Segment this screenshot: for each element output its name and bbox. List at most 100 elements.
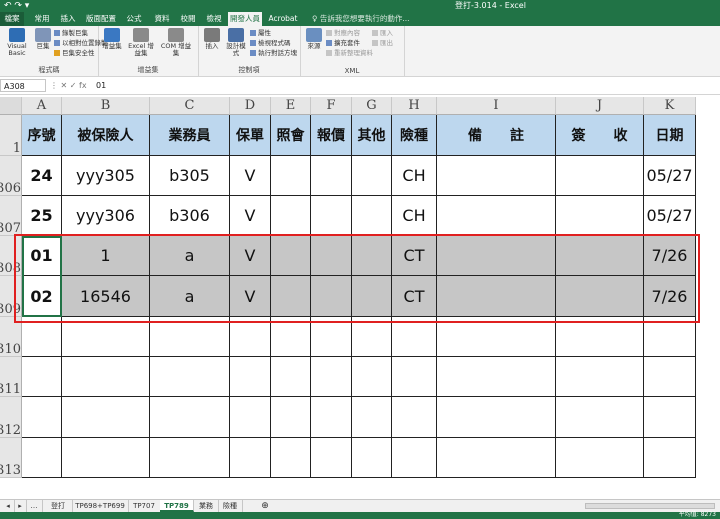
column-header-c[interactable]: C [150, 97, 230, 115]
table-cell[interactable] [556, 276, 644, 317]
table-cell[interactable] [556, 397, 644, 438]
table-cell[interactable] [556, 196, 644, 236]
row-header[interactable]: 310 [0, 317, 22, 357]
tab-developer[interactable]: 開發人員 [228, 12, 262, 26]
table-cell[interactable]: 24 [22, 156, 62, 196]
formula-input[interactable]: 01 [96, 79, 106, 92]
column-header-g[interactable]: G [352, 97, 392, 115]
column-header-b[interactable]: B [62, 97, 150, 115]
fx-icon[interactable]: ⋮ ✕ ✓ fx [50, 79, 87, 92]
header-cell[interactable]: 被保險人 [62, 115, 150, 156]
table-cell[interactable] [150, 438, 230, 478]
sheet-tab-4[interactable]: 業務 [194, 500, 219, 512]
visual-basic-button[interactable]: Visual Basic [2, 28, 32, 57]
table-cell[interactable] [271, 276, 311, 317]
table-cell[interactable]: V [230, 236, 271, 276]
table-cell[interactable] [230, 397, 271, 438]
table-cell[interactable] [311, 236, 352, 276]
import-button[interactable]: 匯入 [372, 29, 393, 37]
column-header-k[interactable]: K [644, 97, 696, 115]
column-header-f[interactable]: F [311, 97, 352, 115]
table-cell[interactable] [271, 196, 311, 236]
table-cell[interactable]: 1 [62, 236, 150, 276]
table-cell[interactable] [150, 317, 230, 357]
export-button[interactable]: 匯出 [372, 39, 393, 47]
table-cell[interactable]: CT [392, 236, 437, 276]
table-cell[interactable]: 7/26 [644, 276, 696, 317]
column-header-d[interactable]: D [230, 97, 271, 115]
select-all-corner[interactable] [0, 97, 22, 115]
table-cell[interactable] [556, 236, 644, 276]
table-cell[interactable] [352, 357, 392, 397]
table-cell[interactable] [62, 357, 150, 397]
table-cell[interactable] [311, 156, 352, 196]
table-cell[interactable]: 05/27 [644, 196, 696, 236]
table-cell[interactable] [644, 397, 696, 438]
horizontal-scrollbar[interactable] [585, 503, 715, 509]
table-cell[interactable] [437, 196, 556, 236]
header-cell[interactable]: 報價 [311, 115, 352, 156]
table-cell[interactable] [271, 236, 311, 276]
table-cell[interactable]: V [230, 156, 271, 196]
table-cell[interactable] [22, 357, 62, 397]
table-cell[interactable]: 7/26 [644, 236, 696, 276]
table-cell[interactable]: 05/27 [644, 156, 696, 196]
table-cell[interactable]: CH [392, 156, 437, 196]
row-header[interactable]: 312 [0, 397, 22, 438]
table-cell[interactable]: 01 [22, 236, 62, 276]
table-cell[interactable]: yyy305 [62, 156, 150, 196]
table-cell[interactable]: CH [392, 196, 437, 236]
header-cell[interactable]: 序號 [22, 115, 62, 156]
more-sheets-icon[interactable]: … [26, 500, 43, 512]
table-cell[interactable]: a [150, 236, 230, 276]
header-cell[interactable]: 其他 [352, 115, 392, 156]
sheet-tab-2[interactable]: TP707 [128, 500, 161, 512]
table-cell[interactable]: 16546 [62, 276, 150, 317]
tab-review[interactable]: 校閱 [176, 12, 200, 26]
table-cell[interactable] [556, 317, 644, 357]
tab-page-layout[interactable]: 版面配置 [84, 12, 118, 26]
table-cell[interactable]: a [150, 276, 230, 317]
row-header[interactable]: 307 [0, 196, 22, 236]
sheet-tab-3[interactable]: TP789 [160, 500, 194, 512]
table-cell[interactable] [437, 357, 556, 397]
header-cell[interactable]: 業務員 [150, 115, 230, 156]
table-cell[interactable] [437, 276, 556, 317]
table-cell[interactable] [311, 357, 352, 397]
sheet-tab-1[interactable]: TP698+TP699 [72, 500, 129, 512]
table-cell[interactable] [352, 156, 392, 196]
table-cell[interactable] [62, 438, 150, 478]
table-cell[interactable] [22, 397, 62, 438]
table-cell[interactable] [271, 438, 311, 478]
table-cell[interactable] [644, 317, 696, 357]
insert-control-button[interactable]: 插入 [202, 28, 222, 50]
header-cell[interactable]: 險種 [392, 115, 437, 156]
record-macro-button[interactable]: 錄製巨集 [54, 29, 88, 37]
table-cell[interactable] [352, 236, 392, 276]
table-cell[interactable] [556, 357, 644, 397]
table-cell[interactable] [352, 196, 392, 236]
table-cell[interactable]: CT [392, 276, 437, 317]
table-cell[interactable] [230, 438, 271, 478]
table-cell[interactable] [230, 357, 271, 397]
header-cell[interactable]: 保單 [230, 115, 271, 156]
table-cell[interactable] [644, 438, 696, 478]
table-cell[interactable] [437, 236, 556, 276]
row-header[interactable]: 306 [0, 156, 22, 196]
table-cell[interactable] [311, 276, 352, 317]
com-addins-button[interactable]: COM 增益集 [158, 28, 194, 57]
table-cell[interactable] [62, 397, 150, 438]
table-cell[interactable] [311, 317, 352, 357]
addins-button[interactable]: 增益集 [102, 28, 122, 50]
tab-home[interactable]: 常用 [30, 12, 54, 26]
sheet-tab-0[interactable]: 登打 [44, 500, 73, 512]
table-cell[interactable] [271, 357, 311, 397]
tell-me-search[interactable]: ♀ 告訴我您想要執行的動作... [312, 12, 410, 26]
table-cell[interactable] [437, 438, 556, 478]
row-header[interactable]: 309 [0, 276, 22, 317]
design-mode-button[interactable]: 設計模式 [224, 28, 248, 57]
table-cell[interactable]: 02 [22, 276, 62, 317]
column-header-j[interactable]: J [556, 97, 644, 115]
table-cell[interactable] [150, 397, 230, 438]
refresh-data-button[interactable]: 重新整理資料 [326, 49, 373, 57]
